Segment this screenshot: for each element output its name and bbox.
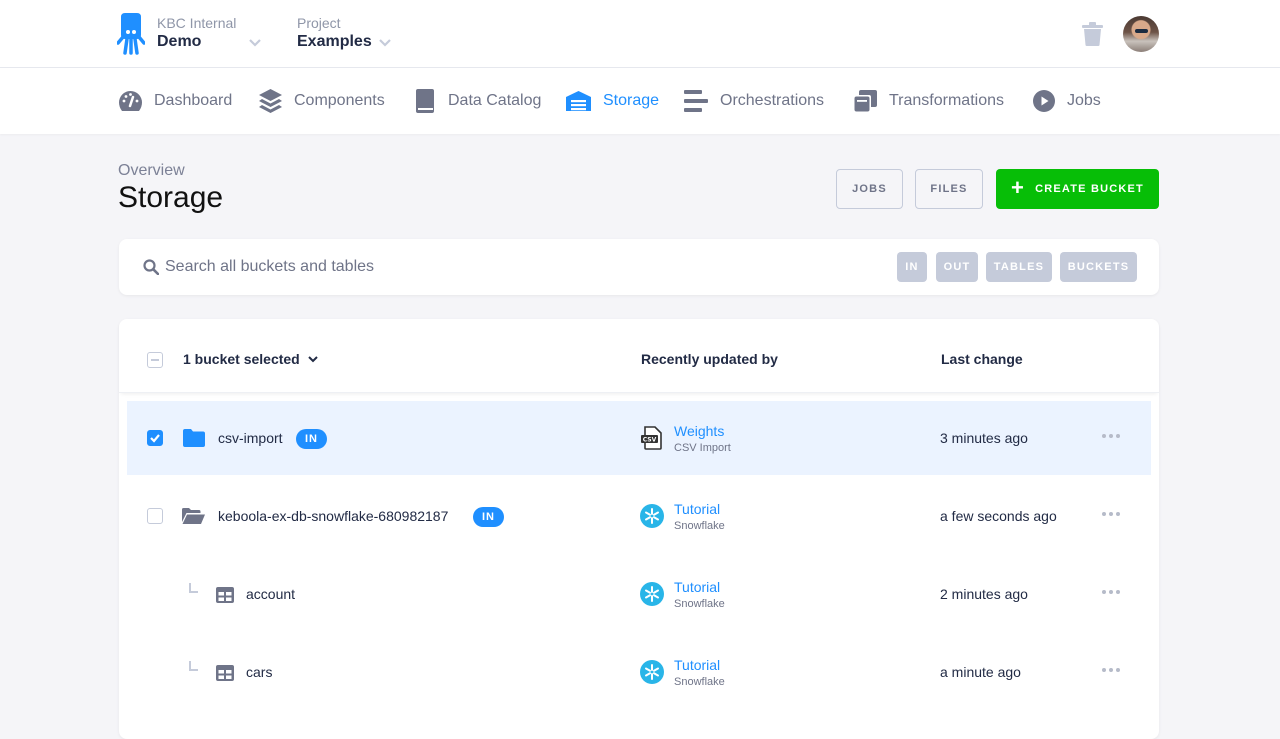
nav-label: Storage bbox=[603, 92, 660, 109]
filter-buckets[interactable]: BUCKETS bbox=[1060, 252, 1137, 282]
folder-icon bbox=[183, 429, 205, 447]
page-title: Storage bbox=[118, 181, 224, 214]
create-bucket-label: CREATE BUCKET bbox=[1035, 183, 1144, 195]
row-checkbox[interactable] bbox=[147, 430, 163, 446]
chevron-down-icon bbox=[379, 39, 391, 47]
table-row[interactable]: account Tutorial Snowflake 2 minutes ago bbox=[127, 557, 1151, 631]
more-actions-button[interactable] bbox=[1102, 587, 1122, 597]
search-input[interactable] bbox=[165, 255, 765, 279]
folder-open-icon bbox=[182, 508, 205, 524]
book-icon bbox=[416, 89, 434, 113]
last-change: 3 minutes ago bbox=[940, 430, 1028, 446]
plus-icon: + bbox=[1011, 175, 1026, 200]
nav-label: Orchestrations bbox=[720, 92, 825, 109]
nav-label: Transformations bbox=[889, 92, 1004, 109]
component-name: Snowflake bbox=[674, 520, 725, 532]
nav-item-orchestrations[interactable]: Orchestrations bbox=[684, 68, 824, 134]
filter-tables[interactable]: TABLES bbox=[986, 252, 1052, 282]
table-header: 1 bucket selected Recently updated by La… bbox=[119, 319, 1159, 393]
svg-text:CSV: CSV bbox=[643, 437, 657, 444]
nav-item-dashboard[interactable]: Dashboard bbox=[119, 68, 232, 134]
selection-dropdown[interactable]: 1 bucket selected bbox=[183, 351, 318, 367]
nav-item-storage[interactable]: Storage bbox=[566, 68, 659, 134]
chevron-down-icon bbox=[308, 356, 318, 363]
check-icon bbox=[150, 434, 160, 443]
organization-name: Demo bbox=[157, 33, 202, 50]
top-bar: KBC Internal Demo Project Examples bbox=[0, 0, 1280, 68]
last-change: 2 minutes ago bbox=[940, 586, 1028, 602]
files-button[interactable]: FILES bbox=[915, 169, 983, 209]
updater-link[interactable]: Tutorial bbox=[674, 501, 720, 517]
component-name: Snowflake bbox=[674, 598, 725, 610]
gauge-icon bbox=[119, 91, 142, 111]
bucket-name[interactable]: csv-import bbox=[218, 430, 283, 446]
selection-label: 1 bucket selected bbox=[183, 351, 300, 367]
project-label: Project bbox=[297, 15, 341, 31]
table-icon bbox=[216, 665, 234, 681]
breadcrumb[interactable]: Overview bbox=[118, 162, 185, 180]
component-name: Snowflake bbox=[674, 676, 725, 688]
organization-switcher[interactable]: KBC Internal Demo bbox=[157, 15, 261, 52]
more-actions-button[interactable] bbox=[1102, 431, 1122, 441]
table-icon bbox=[216, 587, 234, 603]
nav-label: Data Catalog bbox=[448, 92, 542, 109]
snowflake-icon bbox=[640, 504, 664, 528]
stage-badge: IN bbox=[296, 429, 327, 449]
layers-icon bbox=[259, 89, 282, 113]
column-updated-by[interactable]: Recently updated by bbox=[641, 351, 778, 367]
organization-label: KBC Internal bbox=[157, 15, 237, 31]
bars-icon bbox=[684, 90, 708, 112]
project-name: Examples bbox=[297, 33, 372, 50]
filter-out[interactable]: OUT bbox=[936, 252, 978, 282]
main-navigation: Dashboard Components Data Catalog Storag… bbox=[0, 68, 1280, 134]
nav-label: Components bbox=[294, 92, 385, 109]
table-name[interactable]: cars bbox=[246, 664, 272, 680]
create-bucket-button[interactable]: + CREATE BUCKET bbox=[996, 169, 1159, 209]
avatar-glasses bbox=[1135, 29, 1148, 33]
nav-label: Jobs bbox=[1067, 92, 1101, 109]
play-circle-icon bbox=[1033, 90, 1055, 112]
nav-item-jobs[interactable]: Jobs bbox=[1033, 68, 1101, 134]
search-icon bbox=[143, 259, 159, 275]
component-name: CSV Import bbox=[674, 442, 731, 454]
snowflake-icon bbox=[640, 582, 664, 606]
updater-link[interactable]: Weights bbox=[674, 423, 724, 439]
select-all-checkbox[interactable] bbox=[147, 352, 163, 368]
table-row[interactable]: cars Tutorial Snowflake a minute ago bbox=[127, 635, 1151, 709]
table-row[interactable]: csv-import IN CSV Weights CSV Import 3 m… bbox=[127, 401, 1151, 475]
stage-badge: IN bbox=[473, 507, 504, 527]
search-card: IN OUT TABLES BUCKETS bbox=[119, 239, 1159, 295]
tree-connector bbox=[189, 583, 198, 593]
last-change: a minute ago bbox=[940, 664, 1021, 680]
nav-label: Dashboard bbox=[154, 92, 233, 109]
trash-icon[interactable] bbox=[1082, 22, 1103, 46]
tree-connector bbox=[189, 661, 198, 671]
column-last-change[interactable]: Last change bbox=[941, 351, 1023, 367]
last-change: a few seconds ago bbox=[940, 508, 1057, 524]
more-actions-button[interactable] bbox=[1102, 509, 1122, 519]
updater-link[interactable]: Tutorial bbox=[674, 579, 720, 595]
windows-icon bbox=[853, 89, 877, 113]
nav-item-transformations[interactable]: Transformations bbox=[853, 68, 1004, 134]
nav-item-components[interactable]: Components bbox=[259, 68, 385, 134]
chevron-down-icon bbox=[249, 39, 261, 47]
csv-file-icon: CSV bbox=[641, 426, 662, 450]
updater-link[interactable]: Tutorial bbox=[674, 657, 720, 673]
warehouse-icon bbox=[566, 91, 591, 111]
bucket-name[interactable]: keboola-ex-db-snowflake-680982187 bbox=[218, 508, 448, 524]
table-name[interactable]: account bbox=[246, 586, 295, 602]
table-row[interactable]: keboola-ex-db-snowflake-680982187 IN Tut… bbox=[127, 479, 1151, 553]
snowflake-icon bbox=[640, 660, 664, 684]
more-actions-button[interactable] bbox=[1102, 665, 1122, 675]
buckets-table: 1 bucket selected Recently updated by La… bbox=[119, 319, 1159, 739]
nav-item-data-catalog[interactable]: Data Catalog bbox=[416, 68, 541, 134]
keboola-logo-icon[interactable] bbox=[117, 13, 145, 55]
user-avatar[interactable] bbox=[1123, 16, 1159, 52]
project-switcher[interactable]: Project Examples bbox=[297, 15, 391, 52]
jobs-button[interactable]: JOBS bbox=[836, 169, 903, 209]
filter-in[interactable]: IN bbox=[897, 252, 927, 282]
row-checkbox[interactable] bbox=[147, 508, 163, 524]
